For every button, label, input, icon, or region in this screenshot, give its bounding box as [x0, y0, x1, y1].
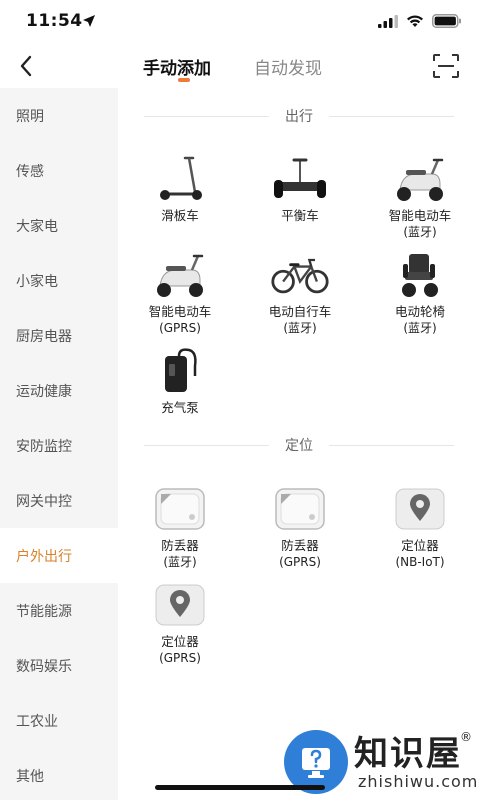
device-connection: (蓝牙) [403, 225, 437, 239]
tag-tracker-icon [150, 482, 210, 536]
sidebar-item-sensors[interactable]: 传感 [0, 143, 118, 198]
device-locator-gprs[interactable]: 定位器 (GPRS) [130, 578, 230, 666]
watermark-text: 知识屋 [354, 734, 462, 774]
sidebar-item-outdoor-travel[interactable]: 户外出行 [0, 528, 118, 583]
device-anti-loss-tag-gprs[interactable]: 防丢器 (GPRS) [250, 482, 350, 570]
device-connection: (蓝牙) [163, 555, 197, 569]
device-name: 充气泵 [161, 400, 199, 415]
device-e-moped-gprs[interactable]: 智能电动车 (GPRS) [130, 248, 230, 336]
section-title: 出行 [285, 109, 313, 125]
locator-pin-icon [150, 578, 210, 632]
divider [144, 115, 269, 117]
device-anti-loss-tag-bluetooth[interactable]: 防丢器 (蓝牙) [130, 482, 230, 570]
device-air-pump[interactable]: 充气泵 [130, 344, 230, 416]
device-e-moped-bluetooth[interactable]: 智能电动车 (蓝牙) [370, 152, 470, 240]
section-title: 定位 [285, 438, 313, 454]
device-name: 智能电动车 [388, 208, 452, 223]
device-name: 平衡车 [281, 208, 319, 223]
navigation-bar: 手动添加 自动发现 [0, 44, 480, 88]
device-connection: (蓝牙) [403, 321, 437, 335]
device-connection: (GPRS) [159, 651, 201, 665]
section-header-location: 定位 [144, 435, 454, 455]
active-tab-indicator [178, 78, 190, 82]
chevron-left-icon [20, 55, 32, 77]
sidebar-item-small-appliances[interactable]: 小家电 [0, 253, 118, 308]
device-name: 防丢器 [161, 538, 199, 553]
balance-board-icon [270, 152, 330, 206]
status-indicators [378, 14, 462, 28]
air-pump-icon [150, 344, 210, 398]
wifi-icon [407, 14, 423, 27]
battery-icon [432, 14, 461, 28]
device-connection: (GPRS) [159, 321, 201, 335]
tag-tracker-icon [270, 482, 330, 536]
device-connection: (NB-IoT) [395, 555, 445, 569]
device-scooter[interactable]: 滑板车 [130, 152, 230, 224]
device-e-bike-bluetooth[interactable]: 电动自行车 (蓝牙) [250, 248, 350, 336]
device-name: 智能电动车 [148, 304, 212, 319]
location-arrow-icon [83, 15, 95, 27]
sidebar-item-major-appliances[interactable]: 大家电 [0, 198, 118, 253]
device-name: 定位器 [401, 538, 439, 553]
scan-qr-button[interactable] [432, 53, 460, 79]
divider [329, 444, 454, 446]
status-bar: 11:54 [0, 0, 480, 44]
device-connection: (GPRS) [279, 555, 321, 569]
home-indicator[interactable] [155, 785, 325, 790]
tab-manual-add[interactable]: 手动添加 [143, 54, 211, 79]
locator-pin-icon [390, 482, 450, 536]
e-bike-icon [270, 248, 330, 302]
device-connection: (蓝牙) [283, 321, 317, 335]
device-e-wheelchair-bluetooth[interactable]: 电动轮椅 (蓝牙) [370, 248, 470, 336]
e-moped-icon [150, 248, 210, 302]
tab-auto-discover[interactable]: 自动发现 [254, 54, 322, 79]
sidebar-item-gateway[interactable]: 网关中控 [0, 473, 118, 528]
device-name: 滑板车 [161, 208, 199, 223]
sidebar-item-fitness[interactable]: 运动健康 [0, 363, 118, 418]
cellular-signal-icon [378, 14, 398, 28]
sidebar-item-kitchen[interactable]: 厨房电器 [0, 308, 118, 363]
device-name: 电动轮椅 [394, 304, 445, 319]
sidebar-item-security[interactable]: 安防监控 [0, 418, 118, 473]
device-name: 定位器 [161, 634, 199, 649]
back-button[interactable] [12, 52, 40, 80]
sidebar-item-other[interactable]: 其他 [0, 748, 118, 800]
divider [329, 115, 454, 117]
device-locator-nb-iot[interactable]: 定位器 (NB-IoT) [370, 482, 470, 570]
device-name: 防丢器 [281, 538, 319, 553]
registered-mark: ® [460, 730, 472, 744]
sidebar-item-digital-entertainment[interactable]: 数码娱乐 [0, 638, 118, 693]
device-list: 出行 滑板车 平衡车 智能电动车 (蓝牙) 智能电动车 (GPRS) 电动自行车… [118, 88, 480, 800]
status-time: 11:54 [26, 11, 83, 31]
wheelchair-icon [390, 248, 450, 302]
watermark-url: zhishiwu.com [358, 772, 479, 791]
scooter-icon [150, 152, 210, 206]
sidebar-item-lighting[interactable]: 照明 [0, 88, 118, 143]
sidebar-item-industry-agriculture[interactable]: 工农业 [0, 693, 118, 748]
section-header-travel: 出行 [144, 106, 454, 126]
device-name: 电动自行车 [268, 304, 332, 319]
divider [144, 444, 269, 446]
e-moped-icon [390, 152, 450, 206]
category-sidebar: 照明 传感 大家电 小家电 厨房电器 运动健康 安防监控 网关中控 户外出行 节… [0, 88, 118, 800]
sidebar-item-energy[interactable]: 节能能源 [0, 583, 118, 638]
device-balance-board[interactable]: 平衡车 [250, 152, 350, 224]
